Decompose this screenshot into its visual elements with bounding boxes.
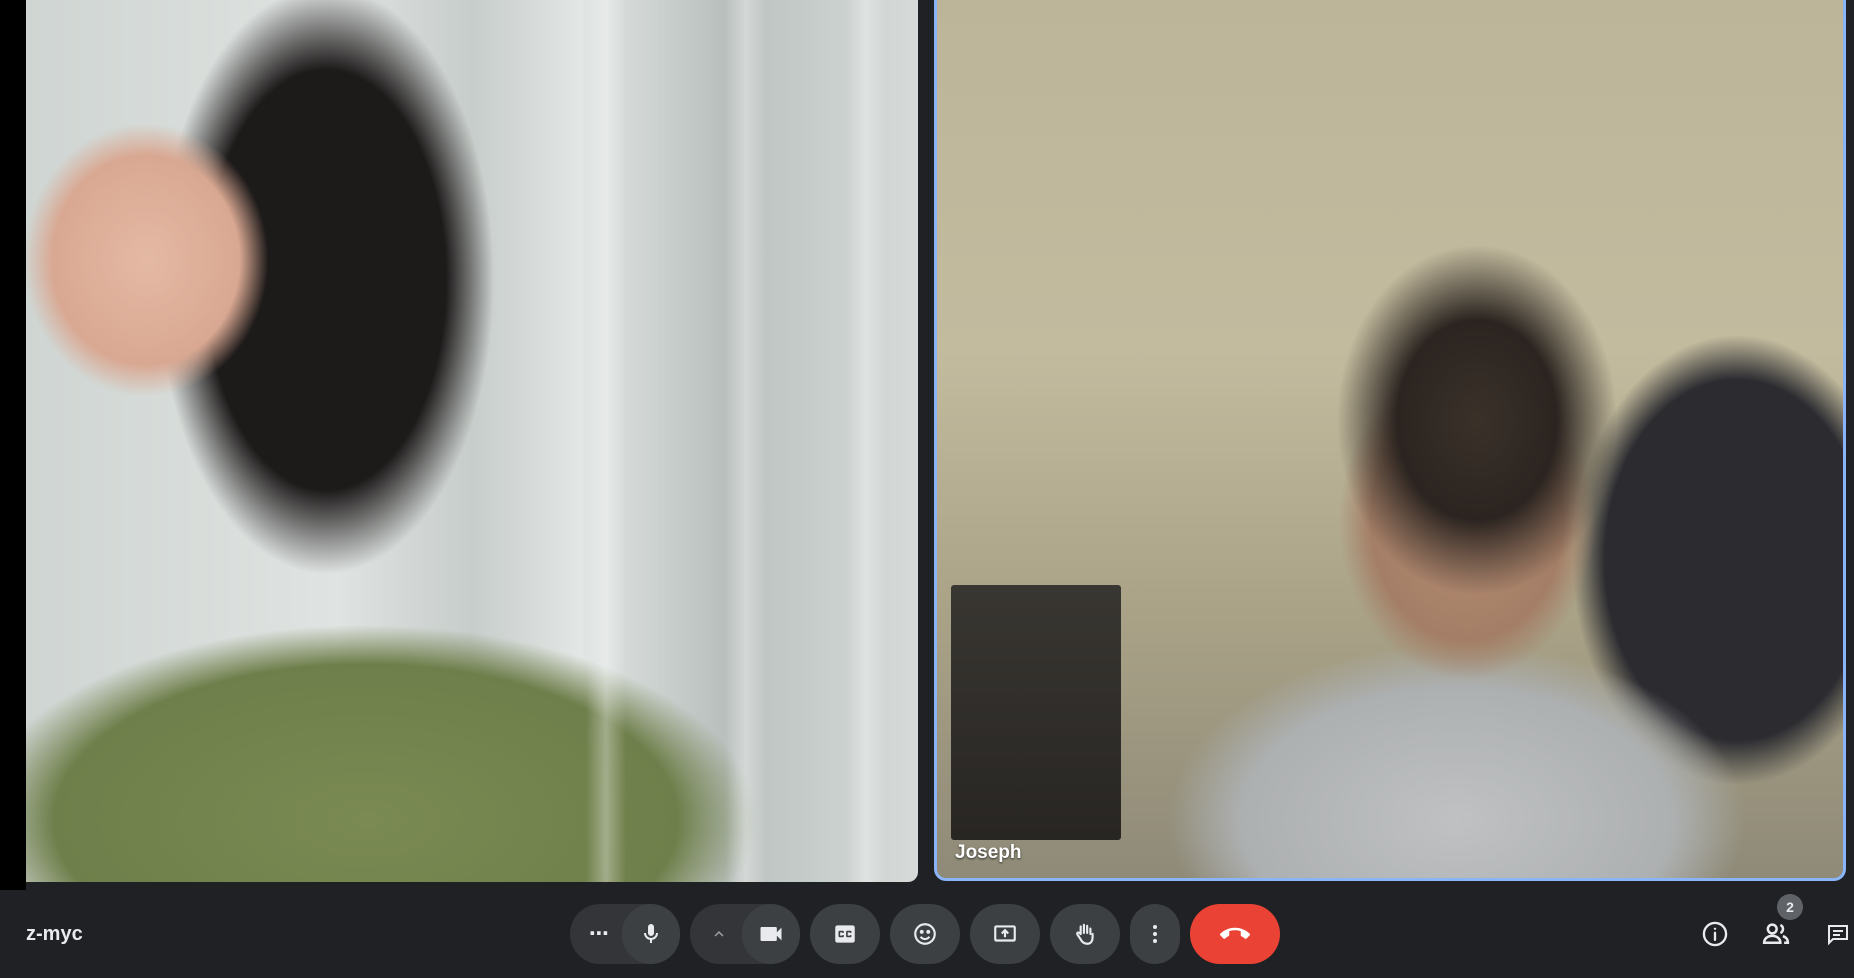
present-now-button[interactable] <box>970 904 1040 964</box>
curtain-fold <box>846 0 886 882</box>
more-horizontal-icon: ⋯ <box>589 923 609 945</box>
chevron-up-icon <box>714 931 724 937</box>
audio-controls-group: ⋯ <box>570 904 680 964</box>
captions-button[interactable] <box>810 904 880 964</box>
participant-tile-self[interactable] <box>26 0 918 882</box>
participant-tile-joseph[interactable]: Joseph <box>934 0 1846 881</box>
emoji-reaction-icon <box>914 923 936 945</box>
participant-name: Joseph <box>955 842 1022 863</box>
chat-button[interactable] <box>1814 914 1850 954</box>
control-bar: z-myc ⋯ 2 <box>0 890 1854 978</box>
people-button[interactable] <box>1756 914 1796 954</box>
people-icon <box>1762 923 1790 944</box>
microphone-button[interactable] <box>622 904 680 964</box>
camera-button[interactable] <box>742 904 800 964</box>
raise-hand-icon <box>1076 923 1094 945</box>
curtain-fold <box>586 0 626 882</box>
reactions-button[interactable] <box>890 904 960 964</box>
present-screen-icon <box>994 925 1016 942</box>
video-controls-group <box>690 904 800 964</box>
microphone-icon <box>644 924 658 943</box>
more-options-button[interactable] <box>1130 904 1180 964</box>
meeting-details-button[interactable] <box>1695 914 1735 954</box>
leave-call-button[interactable] <box>1190 904 1280 964</box>
info-icon <box>1702 921 1728 947</box>
curtain-fold <box>726 0 766 882</box>
raise-hand-button[interactable] <box>1050 904 1120 964</box>
video-options-button[interactable] <box>694 904 744 964</box>
video-camera-icon <box>760 927 782 941</box>
background-shelf <box>951 585 1121 840</box>
meeting-stage: Joseph z-myc ⋯ 2 <box>0 0 1854 978</box>
meeting-code: z-myc <box>26 923 83 945</box>
end-call-icon <box>1220 927 1250 939</box>
chat-icon <box>1828 925 1848 946</box>
more-vertical-icon <box>1153 925 1157 943</box>
captions-icon <box>835 925 855 943</box>
audio-options-button[interactable]: ⋯ <box>574 904 624 964</box>
left-edge <box>0 0 26 978</box>
